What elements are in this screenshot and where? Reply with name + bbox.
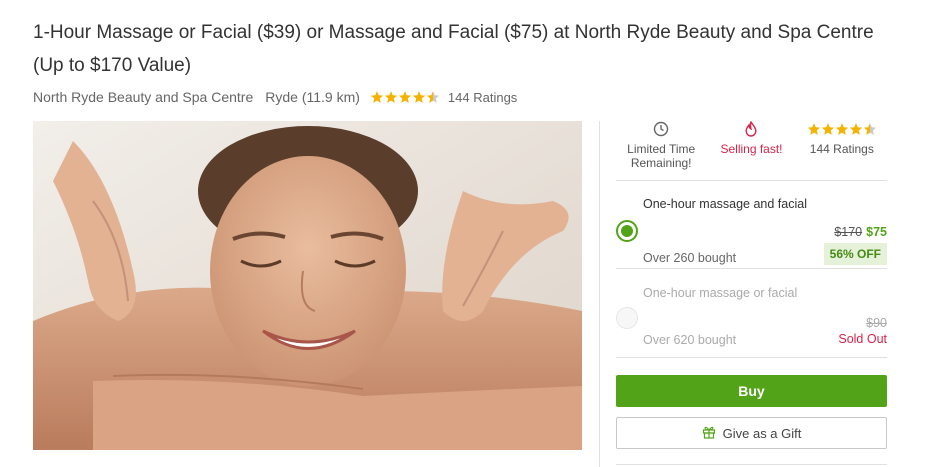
deal-title: 1-Hour Massage or Facial ($39) or Massag… xyxy=(33,22,874,76)
clock-icon xyxy=(653,121,669,137)
star-icon xyxy=(370,90,384,104)
stat-selling-fast: Selling fast! xyxy=(706,121,796,180)
hero-image xyxy=(33,121,582,450)
limited-time-label: Limited Time Remaining! xyxy=(627,142,696,170)
divider xyxy=(616,464,887,465)
gift-label: Give as a Gift xyxy=(722,425,802,441)
buy-button[interactable]: Buy xyxy=(616,375,887,407)
star-icon xyxy=(384,90,398,104)
star-icon xyxy=(807,122,821,136)
half-star-icon xyxy=(426,90,440,104)
option-massage-or-facial: One-hour massage or facial $90 Over 620 … xyxy=(616,269,887,358)
option-name: One-hour massage and facial xyxy=(643,197,807,211)
discount-badge: 56% OFF xyxy=(823,243,887,265)
original-price: $90 xyxy=(866,316,887,330)
gift-icon xyxy=(702,425,716,442)
option-radio-disabled xyxy=(616,307,638,329)
merchant-link[interactable]: North Ryde Beauty and Spa Centre xyxy=(33,89,253,105)
option-price: $90 xyxy=(866,316,887,330)
rating-stars xyxy=(370,90,440,104)
deal-meta: North Ryde Beauty and Spa Centre Ryde (1… xyxy=(33,88,517,106)
ratings-count[interactable]: 144 Ratings xyxy=(448,90,517,105)
star-icon xyxy=(849,122,863,136)
column-divider xyxy=(599,121,600,467)
rating-stars xyxy=(807,121,877,137)
sold-out-label: Sold Out xyxy=(838,332,887,346)
stat-ratings[interactable]: 144 Ratings xyxy=(797,121,887,180)
star-icon xyxy=(412,90,426,104)
bought-count: Over 260 bought xyxy=(643,251,737,265)
massage-photo xyxy=(33,121,582,450)
option-radio-selected[interactable] xyxy=(616,220,638,242)
star-icon xyxy=(398,90,412,104)
deal-stats: Limited Time Remaining! Selling fast! 14… xyxy=(616,121,887,181)
option-name: One-hour massage or facial xyxy=(643,286,798,300)
option-massage-and-facial[interactable]: One-hour massage and facial $170 $75 Over… xyxy=(616,181,887,269)
ratings-label: 144 Ratings xyxy=(809,142,874,156)
flame-icon xyxy=(744,121,758,137)
star-icon xyxy=(821,122,835,136)
original-price: $170 xyxy=(834,225,863,239)
deal-price: $75 xyxy=(866,225,887,239)
star-icon xyxy=(835,122,849,136)
bought-count: Over 620 bought xyxy=(643,333,737,347)
option-price: $170 $75 xyxy=(834,225,887,239)
stat-limited-time: Limited Time Remaining! xyxy=(616,121,706,180)
half-star-icon xyxy=(863,122,877,136)
give-as-gift-button[interactable]: Give as a Gift xyxy=(616,417,887,449)
location-label: Ryde (11.9 km) xyxy=(265,89,360,105)
selling-fast-label: Selling fast! xyxy=(720,142,783,156)
